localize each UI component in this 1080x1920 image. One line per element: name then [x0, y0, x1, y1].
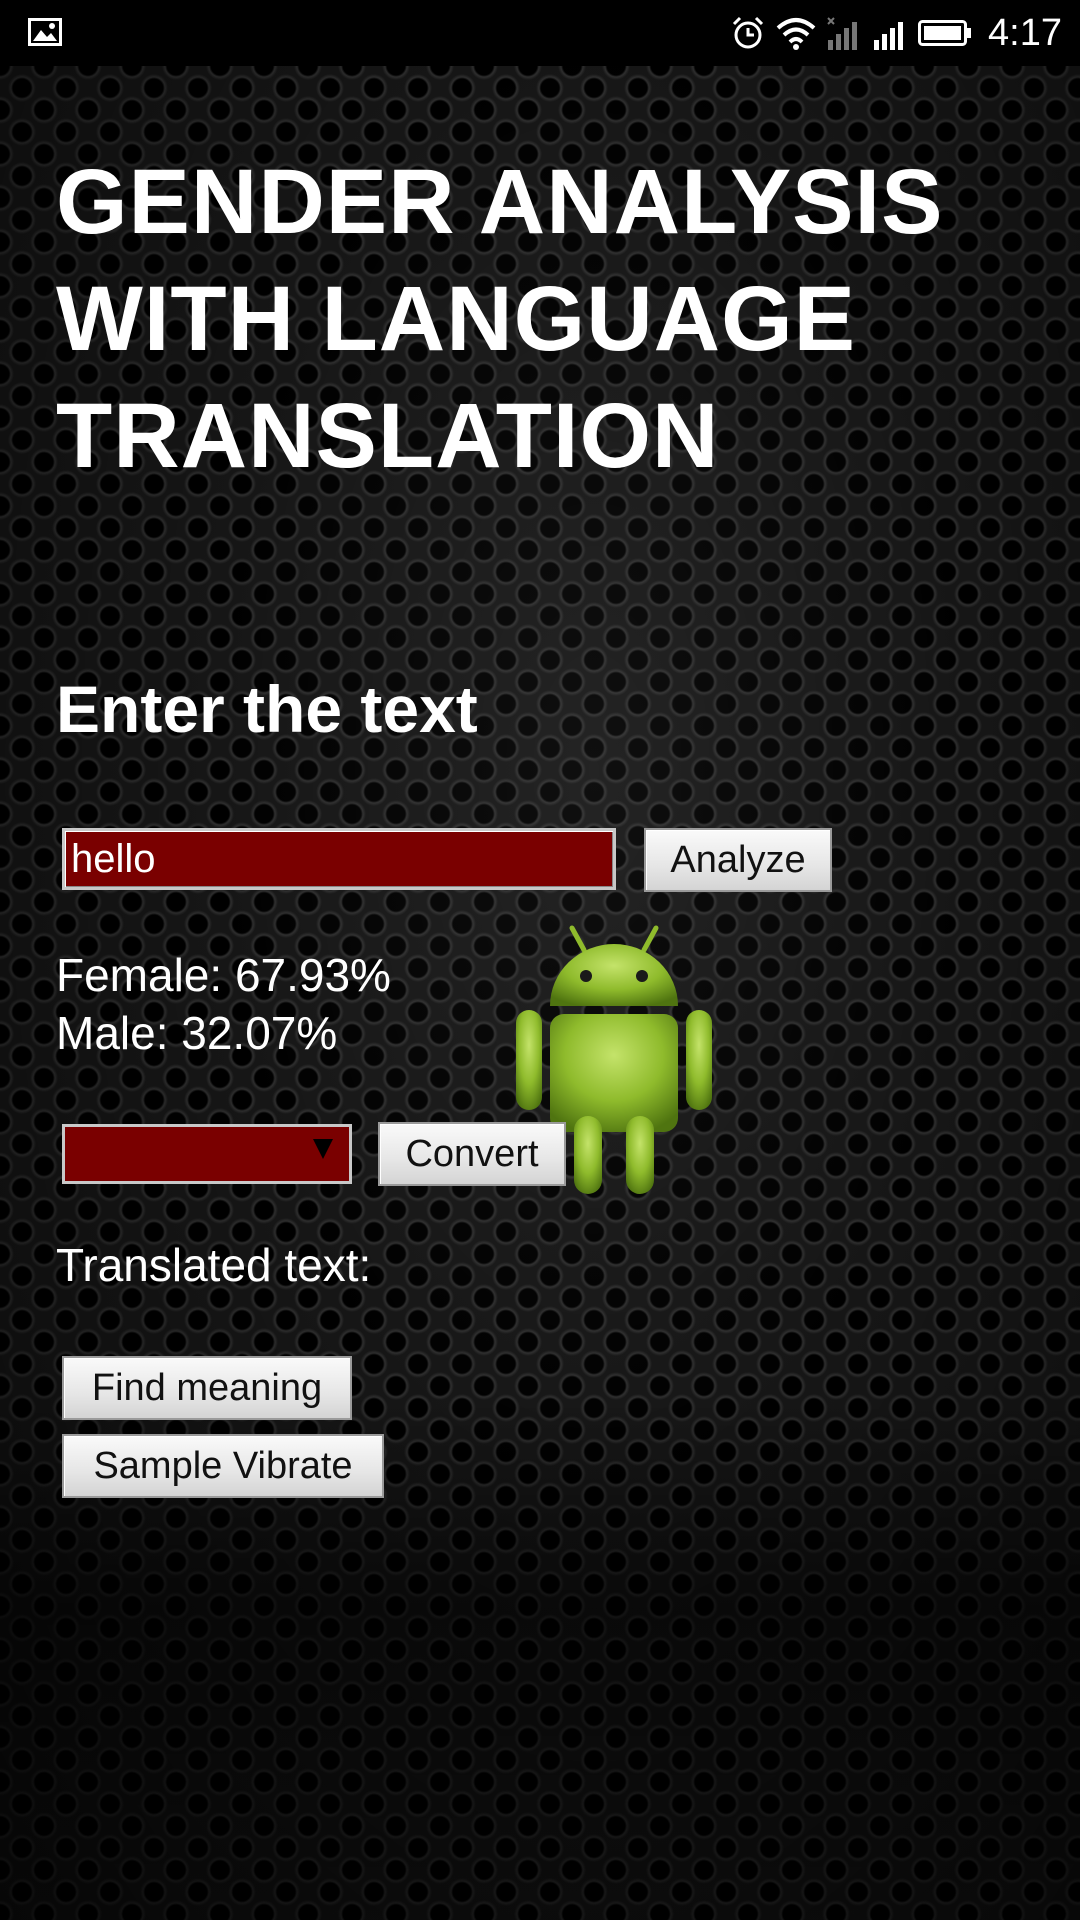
status-icons: 4:17 — [730, 10, 1062, 56]
female-result: Female: 67.93% — [56, 949, 391, 1001]
title-line: WITH LANGUAGE — [56, 268, 857, 370]
battery-icon — [918, 20, 972, 46]
translated-text-label: Translated text: — [56, 1239, 372, 1291]
clock: 4:17 — [988, 11, 1062, 54]
title-line: GENDER ANALYSIS — [56, 151, 944, 253]
dropdown-arrow-icon — [313, 1139, 333, 1159]
language-select[interactable] — [62, 1124, 352, 1184]
analyze-button[interactable]: Analyze — [644, 828, 832, 892]
title-line: TRANSLATION — [56, 385, 720, 487]
sample-vibrate-button[interactable]: Sample Vibrate — [62, 1434, 384, 1498]
status-bar: 4:17 — [0, 0, 1080, 66]
gallery-icon — [28, 18, 62, 46]
text-input[interactable] — [62, 828, 616, 890]
signal-weak-icon — [827, 17, 858, 50]
convert-button[interactable]: Convert — [378, 1122, 566, 1186]
find-meaning-button[interactable]: Find meaning — [62, 1356, 352, 1420]
page-title: GENDER ANALYSIS WITH LANGUAGE TRANSLATIO… — [56, 144, 1036, 495]
app-screen: GENDER ANALYSIS WITH LANGUAGE TRANSLATIO… — [0, 66, 1080, 1920]
male-result: Male: 32.07% — [56, 1007, 338, 1059]
input-prompt-heading: Enter the text — [56, 672, 478, 746]
alarm-icon — [732, 16, 764, 49]
wifi-icon — [776, 18, 816, 50]
signal-icon — [874, 22, 904, 50]
